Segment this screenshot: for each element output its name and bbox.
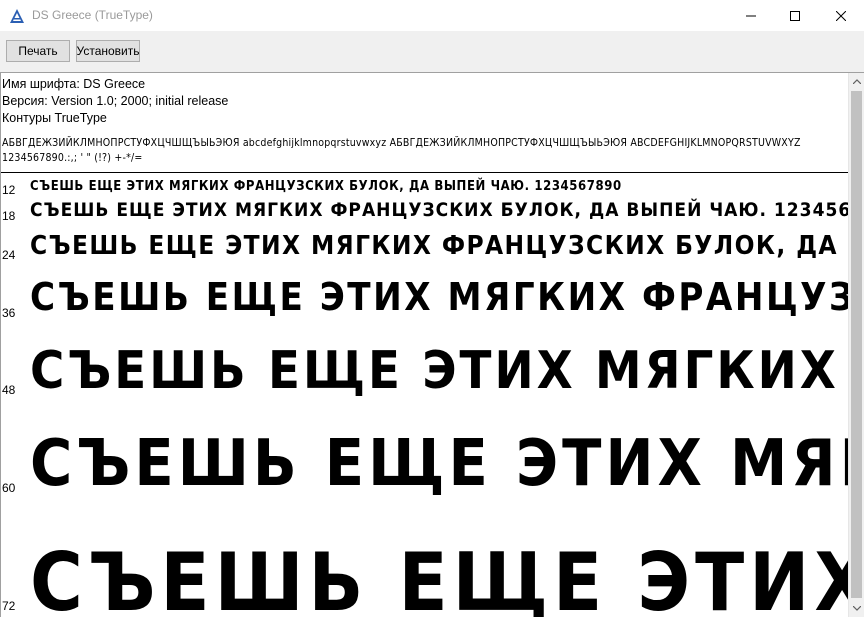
chevron-up-icon [853,79,861,84]
size-label: 48 [2,383,16,397]
install-button[interactable]: Установить [76,40,140,62]
sample-text: Съешь еще этих мягких французских [30,275,848,319]
version-line: Версия: Version 1.0; 2000; initial relea… [2,94,229,108]
print-button[interactable]: Печать [6,40,70,62]
close-button[interactable] [818,0,864,31]
sample-text: Съешь еще этих мя [30,536,848,617]
scroll-down-button[interactable] [849,600,864,617]
sample-text: Съешь еще этих мягких французских булок,… [30,199,848,221]
character-set: АБВГДЕЖЗИЙКЛМНОПРСТУФХЦЧШЩЪЫЬЭЮЯ abcdefg… [2,136,848,166]
size-label: 12 [2,183,16,197]
size-label: 60 [2,481,16,495]
charset-line-1: АБВГДЕЖЗИЙКЛМНОПРСТУФХЦЧШЩЪЫЬЭЮЯ abcdefg… [2,137,801,149]
window-title: DS Greece (TrueType) [32,8,153,22]
maximize-icon [790,10,800,21]
font-preview-area: Имя шрифта: DS Greece Версия: Version 1.… [0,73,848,617]
minimize-button[interactable] [728,0,774,31]
title-bar: DS Greece (TrueType) [0,0,864,31]
sample-text: Съешь еще этих мягких фра [30,341,848,401]
size-label: 24 [2,248,16,262]
chevron-down-icon [853,606,861,611]
font-name-line: Имя шрифта: DS Greece [2,77,146,91]
font-info: Имя шрифта: DS Greece Версия: Version 1.… [2,76,228,127]
font-viewer-icon [9,8,25,24]
scrollbar-thumb[interactable] [851,91,862,598]
charset-line-2: 1234567890.:,; ' " (!?) +-*/= [2,152,143,164]
size-label: 72 [2,599,16,613]
vertical-scrollbar[interactable] [848,73,864,617]
maximize-button[interactable] [772,0,818,31]
sample-text: Съешь еще этих мягких французских булок,… [30,231,848,261]
minimize-icon [746,15,756,16]
size-label: 36 [2,306,16,320]
size-label: 18 [2,209,16,223]
scroll-up-button[interactable] [849,73,864,90]
sample-text: Съешь еще этих мягки [30,427,848,501]
toolbar: Печать Установить [0,31,864,73]
sample-text: Съешь еще этих мягких французских булок,… [30,179,622,194]
close-icon [836,10,846,21]
separator-line [1,172,848,173]
outline-type-line: Контуры TrueType [2,111,107,125]
